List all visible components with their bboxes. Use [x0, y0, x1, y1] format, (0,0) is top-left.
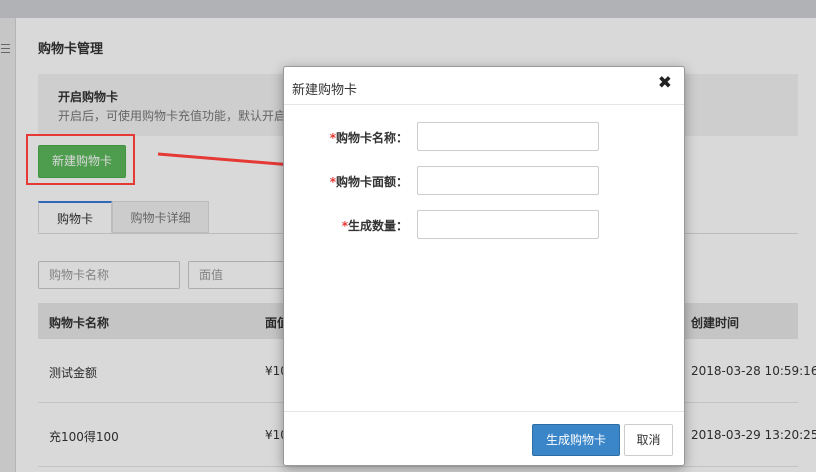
card-name-input[interactable]: [417, 122, 599, 151]
card-denomination-label: *购物卡面额：: [329, 175, 408, 189]
quantity-label: *生成数量：: [341, 219, 408, 233]
close-icon[interactable]: ✖: [658, 73, 672, 93]
generate-card-button[interactable]: 生成购物卡: [532, 424, 620, 456]
dialog-header: 新建购物卡 ✖: [284, 67, 684, 105]
dialog-title: 新建购物卡: [292, 83, 358, 98]
card-name-label: *购物卡名称：: [329, 131, 408, 145]
cancel-button[interactable]: 取消: [624, 424, 673, 456]
new-card-dialog: 新建购物卡 ✖ *购物卡名称： *购物卡面额： *生成数量： 生成购物卡 取消: [283, 66, 685, 466]
annotation-highlight-box: [26, 134, 135, 185]
quantity-input[interactable]: [417, 210, 599, 239]
dialog-footer: 生成购物卡 取消: [284, 411, 684, 466]
card-denomination-input[interactable]: [417, 166, 599, 195]
